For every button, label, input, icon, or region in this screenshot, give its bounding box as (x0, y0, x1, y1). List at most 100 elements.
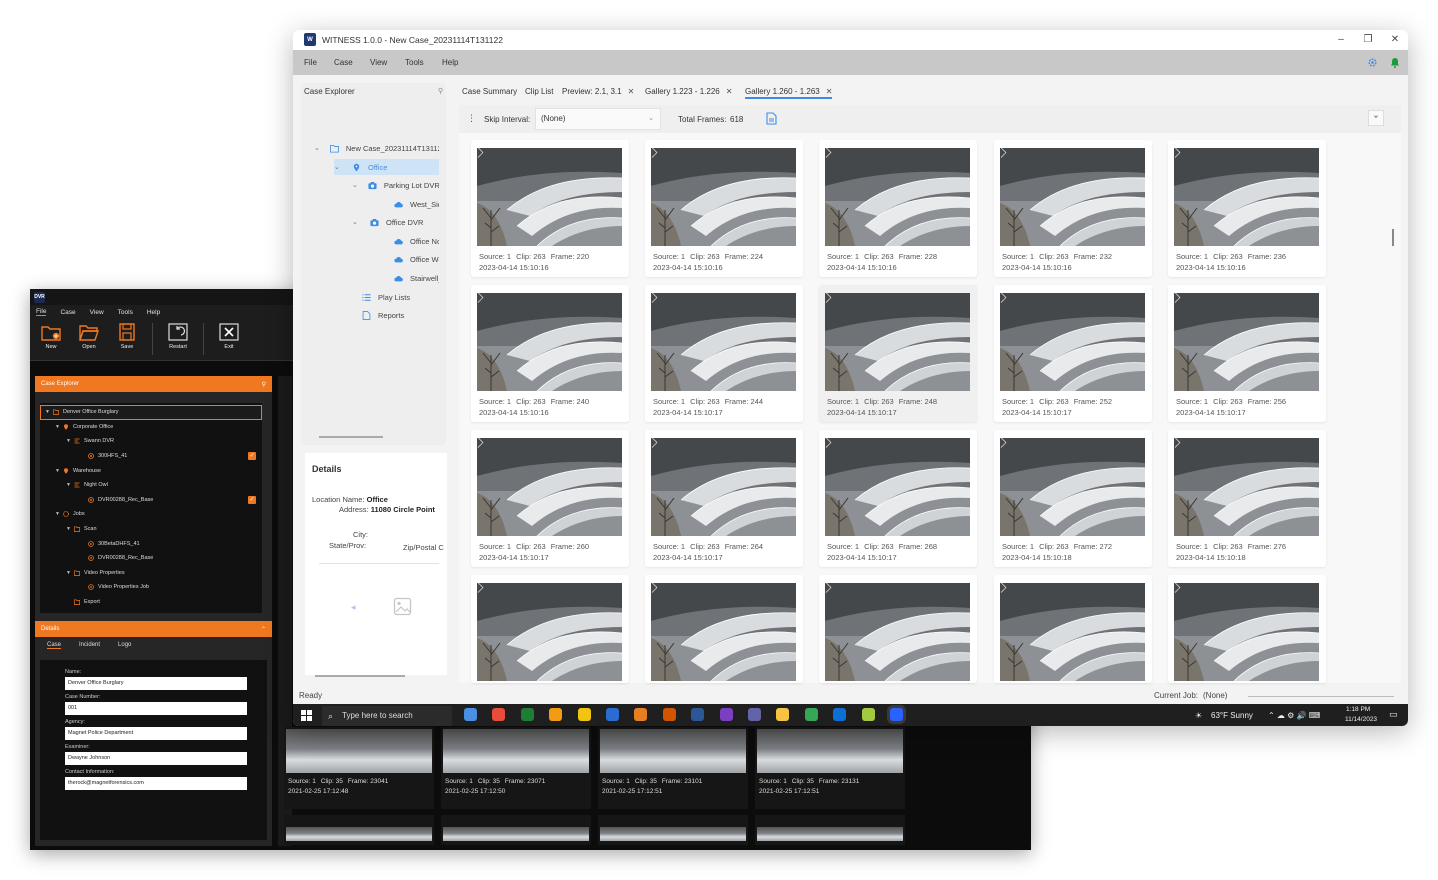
frame-card[interactable]: Source: 1 Clip: 263 Frame: 228 2023-04-14 1… (819, 140, 977, 277)
tab-incident[interactable]: Incident (79, 642, 100, 648)
frame-card[interactable]: Source: 1 Clip: 263 Frame: 260 2023-04-14 1… (471, 430, 629, 567)
caret-icon[interactable]: ▼ (66, 570, 74, 576)
back-tree-item[interactable]: ▼ Scan (40, 522, 262, 537)
back-tree-item[interactable]: ▼ Jobs (40, 507, 262, 522)
taskbar-app-icon[interactable] (492, 708, 506, 721)
frame-card[interactable] (1168, 575, 1326, 683)
back-menu-help[interactable]: Help (147, 309, 160, 316)
frame-thumbnail[interactable] (1174, 148, 1319, 246)
restart-button[interactable]: Restart (163, 323, 193, 350)
tree-item[interactable]: ⌄ Parking Lot DVR (352, 177, 439, 193)
taskbar-app-icon[interactable] (719, 708, 733, 721)
gallery-scrollbar[interactable] (1392, 229, 1394, 246)
caret-icon[interactable]: ▼ (55, 424, 63, 430)
caret-icon[interactable]: ▼ (55, 511, 63, 517)
close-tab-icon[interactable]: ✕ (628, 87, 635, 96)
frame-card[interactable] (819, 575, 977, 683)
frame-thumbnail[interactable] (825, 293, 970, 391)
frame-thumbnail[interactable] (651, 148, 796, 246)
chevron-down-icon[interactable]: ⌄ (334, 163, 342, 171)
frame-card[interactable]: Source: 1 Clip: 263 Frame: 252 2023-04-14 1… (994, 285, 1152, 422)
back-tree-item[interactable]: DVR00288_Rec_Base (40, 551, 262, 566)
frame-thumbnail[interactable] (477, 293, 622, 391)
frame-thumbnail[interactable] (825, 438, 970, 536)
pin-icon[interactable]: ⚲ (262, 381, 266, 388)
frame-card[interactable]: Source: 1 Clip: 263 Frame: 248 2023-04-14 1… (819, 285, 977, 422)
explorer-scrollbar[interactable] (319, 436, 383, 438)
frame-thumbnail[interactable] (1174, 583, 1319, 681)
minimize-button[interactable]: – (1334, 33, 1348, 47)
frame-card[interactable]: Source: 1 Clip: 263 Frame: 264 2023-04-14 1… (645, 430, 803, 567)
export-document-icon[interactable] (766, 112, 777, 125)
back-tree-item[interactable]: DVR00288_Rec_Base ✓ (40, 493, 262, 508)
back-frame-card[interactable]: Source: 1 Clip: 35 Frame: 23101 2021-02-25 … (598, 727, 748, 809)
pin-icon[interactable]: ⚲ (438, 87, 443, 95)
frame-card[interactable]: Source: 1 Clip: 263 Frame: 268 2023-04-14 1… (819, 430, 977, 567)
back-frame-card[interactable] (441, 815, 591, 845)
frame-thumbnail[interactable] (1000, 293, 1145, 391)
frame-card[interactable]: Source: 1 Clip: 263 Frame: 276 2023-04-14 1… (1168, 430, 1326, 567)
tree-item[interactable]: ⌄ Office (334, 159, 439, 175)
tree-item[interactable]: Office North (384, 233, 439, 249)
notification-bell-icon[interactable] (1390, 57, 1400, 68)
taskbar-app-icon[interactable] (804, 708, 818, 721)
frame-thumbnail[interactable] (825, 148, 970, 246)
back-frame-thumbnail[interactable] (757, 729, 903, 773)
back-frame-thumbnail[interactable] (600, 729, 746, 773)
tree-item[interactable]: West_Side (384, 196, 439, 212)
filter-button[interactable]: ⏷ (1368, 110, 1384, 126)
back-frame-card[interactable] (284, 815, 434, 845)
back-frame-card[interactable] (598, 815, 748, 845)
back-tree-item[interactable]: ▼ Video Properties (40, 566, 262, 581)
frame-thumbnail[interactable] (825, 583, 970, 681)
menu-file[interactable]: File (304, 58, 317, 67)
frame-thumbnail[interactable] (1000, 438, 1145, 536)
taskbar-app-icon[interactable] (606, 708, 619, 721)
clock-time[interactable]: 1:18 PM (1346, 706, 1370, 713)
restore-button[interactable]: ❐ (1361, 33, 1375, 47)
tab-case-summary[interactable]: Case Summary (462, 87, 517, 96)
taskbar-app-icon[interactable] (634, 708, 648, 721)
field-input[interactable]: Denver Office Burglary (65, 677, 247, 690)
frame-thumbnail[interactable] (1174, 293, 1319, 391)
save-button[interactable]: Save (112, 323, 142, 350)
back-frame-thumbnail[interactable] (286, 827, 432, 841)
frame-thumbnail[interactable] (477, 438, 622, 536)
exit-button[interactable]: Exit (214, 323, 244, 350)
collapse-icon[interactable]: ⌃ (261, 626, 266, 633)
taskbar-search[interactable]: ⌕ Type here to search (322, 706, 452, 726)
more-options-icon[interactable]: ⋮ (467, 113, 476, 124)
checkbox-checked[interactable]: ✓ (248, 495, 256, 504)
back-frame-thumbnail[interactable] (757, 827, 903, 841)
tree-item[interactable]: Office West (384, 251, 439, 267)
back-frame-card[interactable]: Source: 1 Clip: 35 Frame: 23071 2021-02-25 … (441, 727, 591, 809)
back-menu-file[interactable]: File (36, 308, 47, 316)
frame-card[interactable] (471, 575, 629, 683)
frame-thumbnail[interactable] (1000, 148, 1145, 246)
frame-thumbnail[interactable] (651, 583, 796, 681)
back-tree-item[interactable]: ▼ Warehouse (40, 463, 262, 478)
frame-card[interactable]: Source: 1 Clip: 263 Frame: 232 2023-04-14 1… (994, 140, 1152, 277)
back-frame-thumbnail[interactable] (600, 827, 746, 841)
frame-card[interactable]: Source: 1 Clip: 263 Frame: 256 2023-04-14 1… (1168, 285, 1326, 422)
field-input[interactable]: Magnet Police Department (65, 727, 247, 740)
caret-icon[interactable]: ▼ (66, 482, 74, 488)
taskbar-app-icon[interactable] (520, 708, 534, 721)
frame-thumbnail[interactable] (1174, 438, 1319, 536)
frame-thumbnail[interactable] (651, 438, 796, 536)
back-tree-item[interactable]: Export (40, 595, 262, 610)
close-button[interactable]: ✕ (1388, 33, 1402, 47)
taskbar-app-icon[interactable] (748, 708, 761, 721)
close-tab-icon[interactable]: ✕ (726, 87, 733, 96)
taskbar-app-icon[interactable] (890, 708, 903, 721)
taskbar-app-icon[interactable] (549, 708, 563, 721)
close-tab-icon[interactable]: ✕ (826, 87, 833, 96)
tab-gallery-260[interactable]: Gallery 1.260 - 1.263 ✕ (745, 87, 833, 99)
caret-icon[interactable]: ▼ (45, 409, 53, 415)
menu-view[interactable]: View (370, 58, 387, 67)
new-button[interactable]: New (36, 323, 66, 350)
tab-preview[interactable]: Preview: 2.1, 3.1 ✕ (562, 87, 634, 96)
windows-start-icon[interactable] (301, 710, 312, 721)
frame-thumbnail[interactable] (477, 583, 622, 681)
back-menu-case[interactable]: Case (60, 309, 75, 316)
